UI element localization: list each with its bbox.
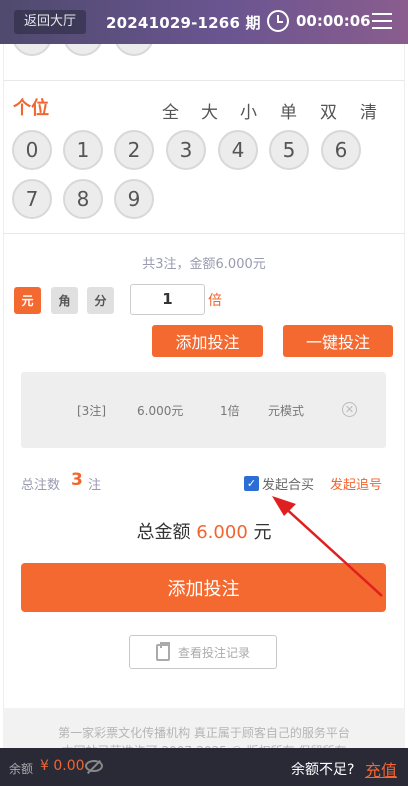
countdown-timer: 00:00:06 bbox=[296, 12, 371, 30]
multiplier-label: 倍 bbox=[208, 293, 222, 309]
bet-list: [3注] 6.000元 1倍 元模式 ✕ bbox=[21, 372, 386, 448]
section-divider bbox=[3, 233, 405, 234]
quick-select-odd[interactable]: 单 bbox=[280, 98, 297, 123]
total-amount-label: 总金额 bbox=[136, 522, 191, 543]
bet-multiple: 1倍 bbox=[220, 404, 240, 418]
view-records-button[interactable]: 查看投注记录 bbox=[129, 635, 277, 669]
joint-buy-checkbox[interactable]: ✓ bbox=[244, 476, 259, 491]
quick-select-even[interactable]: 双 bbox=[320, 98, 337, 123]
section-divider bbox=[3, 80, 405, 81]
multiplier-input[interactable]: 1 bbox=[130, 284, 205, 315]
view-records-label: 查看投注记录 bbox=[177, 645, 250, 660]
total-amount-unit: 元 bbox=[253, 522, 272, 543]
balance-label: 余额 bbox=[9, 762, 34, 776]
recharge-link[interactable]: 充值 bbox=[365, 757, 397, 781]
quick-select-clear[interactable]: 清 bbox=[360, 98, 377, 123]
balance-value: ¥ 0.00 bbox=[40, 758, 85, 774]
ball-2[interactable]: 2 bbox=[114, 130, 154, 170]
unit-yuan-button[interactable]: 元 bbox=[14, 287, 41, 314]
bet-summary: 共3注，金额6.000元 bbox=[142, 257, 266, 272]
total-amount-value: 6.000 bbox=[196, 522, 248, 543]
ball-6[interactable]: 6 bbox=[321, 130, 361, 170]
bet-mode: 元模式 bbox=[268, 404, 305, 418]
ball-4[interactable]: 4 bbox=[218, 130, 258, 170]
ball-7[interactable]: 7 bbox=[12, 179, 52, 219]
menu-icon[interactable] bbox=[372, 13, 392, 29]
quick-select-big[interactable]: 大 bbox=[201, 98, 218, 123]
back-to-lobby-button[interactable]: 返回大厅 bbox=[14, 10, 87, 34]
add-bet-main-button[interactable]: 添加投注 bbox=[21, 563, 386, 612]
quick-select-all[interactable]: 全 bbox=[162, 98, 179, 123]
total-amount: 总金额 6.000 元 bbox=[0, 518, 408, 544]
total-count-unit: 注 bbox=[88, 478, 102, 493]
one-click-bet-button[interactable]: 一键投注 bbox=[283, 325, 393, 357]
ball-0[interactable]: 0 bbox=[12, 130, 52, 170]
chase-number-link[interactable]: 发起追号 bbox=[330, 474, 382, 493]
unit-fen-button[interactable]: 分 bbox=[87, 287, 114, 314]
footer-line-1: 第一家彩票文化传播机构 真正属于顾客自己的服务平台 bbox=[58, 726, 350, 740]
bottom-balance-bar: 余额 ¥ 0.00 余额不足? 充值 bbox=[0, 748, 408, 786]
clock-icon bbox=[267, 10, 289, 32]
total-count-label: 总注数 bbox=[21, 478, 61, 493]
joint-buy-label[interactable]: 发起合买 bbox=[262, 474, 314, 493]
bet-count: [3注] bbox=[77, 404, 106, 418]
ball-3[interactable]: 3 bbox=[166, 130, 206, 170]
bet-amount: 6.000元 bbox=[137, 404, 184, 418]
header-overlay: 返回大厅 20241029-1266 期 00:00:06 bbox=[0, 0, 408, 44]
ball-8[interactable]: 8 bbox=[63, 179, 103, 219]
remove-bet-icon[interactable]: ✕ bbox=[342, 402, 357, 417]
clipboard-icon bbox=[155, 641, 170, 661]
position-label: 个位 bbox=[13, 98, 49, 119]
total-count-value: 3 bbox=[71, 470, 83, 490]
quick-select-small[interactable]: 小 bbox=[240, 98, 257, 123]
add-bet-button[interactable]: 添加投注 bbox=[152, 325, 263, 357]
ball-9[interactable]: 9 bbox=[114, 179, 154, 219]
period-number: 20241029-1266 期 bbox=[106, 13, 261, 32]
insufficient-balance-text: 余额不足? bbox=[291, 762, 355, 778]
unit-jiao-button[interactable]: 角 bbox=[51, 287, 78, 314]
eye-off-icon[interactable] bbox=[85, 760, 103, 772]
ball-5[interactable]: 5 bbox=[269, 130, 309, 170]
ball-1[interactable]: 1 bbox=[63, 130, 103, 170]
